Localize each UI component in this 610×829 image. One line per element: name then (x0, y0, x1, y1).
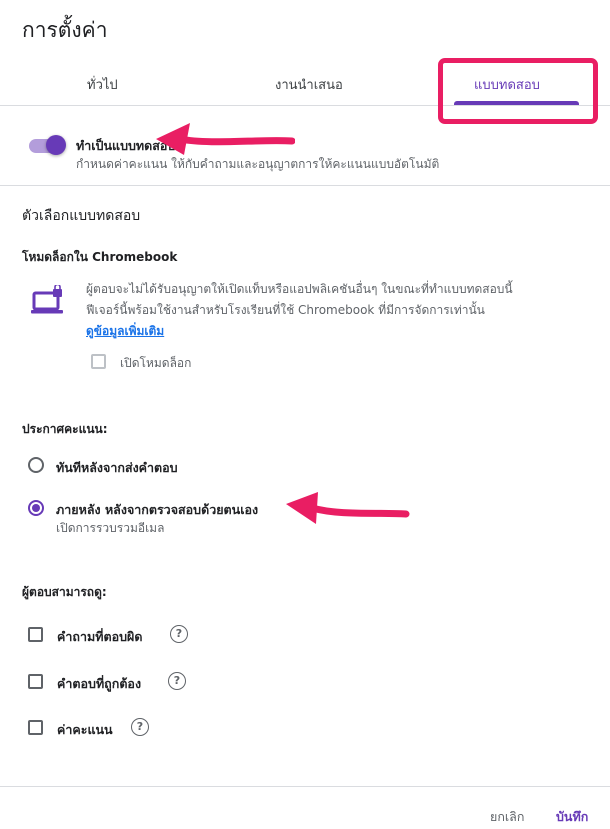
annotation-arrow-icon (156, 123, 295, 155)
help-icon[interactable]: ? (131, 718, 149, 736)
radio-selected-dot (32, 504, 40, 512)
release-later-sublabel: เปิดการรวบรวมอีเมล (56, 521, 165, 535)
release-immediately-label: ทันทีหลังจากส่งคำตอบ (56, 460, 178, 475)
point-values-checkbox[interactable] (28, 720, 43, 735)
lock-mode-description-2: ฟีเจอร์นี้พร้อมใช้งานสำหรับโรงเรียนที่ใช… (86, 303, 485, 317)
annotation-highlight-box (438, 58, 598, 124)
missed-questions-checkbox[interactable] (28, 627, 43, 642)
save-button[interactable]: บันทึก (556, 807, 588, 827)
release-grade-heading: ประกาศคะแนน: (22, 422, 108, 436)
learn-more-link[interactable]: ดูข้อมูลเพิ่มเติม (86, 322, 164, 341)
annotation-arrow-icon (286, 492, 410, 524)
help-icon[interactable]: ? (170, 625, 188, 643)
help-icon[interactable]: ? (168, 672, 186, 690)
missed-questions-label: คำถามที่ตอบผิด (57, 629, 143, 644)
release-later-label: ภายหลัง หลังจากตรวจสอบด้วยตนเอง (56, 502, 259, 517)
respondent-can-see-heading: ผู้ตอบสามารถดู: (22, 585, 107, 599)
lock-mode-description-1: ผู้ตอบจะไม่ได้รับอนุญาตให้เปิดแท็บหรือแอ… (86, 282, 513, 296)
laptop-lock-icon (31, 285, 63, 314)
tab-presentation[interactable]: งานนำเสนอ (275, 74, 343, 95)
section-divider (0, 185, 610, 186)
point-values-label: ค่าคะแนน (57, 722, 113, 737)
release-later-radio[interactable] (28, 500, 44, 516)
dialog-title: การตั้งค่า (22, 18, 108, 42)
lock-mode-checkbox-label: เปิดโหมดล็อก (120, 356, 192, 370)
footer-divider (0, 786, 610, 787)
tab-general[interactable]: ทั่วไป (87, 74, 118, 95)
cancel-button[interactable]: ยกเลิก (490, 807, 524, 827)
correct-answers-checkbox[interactable] (28, 674, 43, 689)
lock-mode-checkbox[interactable] (91, 354, 106, 369)
lock-mode-heading: โหมดล็อกใน Chromebook (22, 250, 178, 264)
correct-answers-label: คำตอบที่ถูกต้อง (57, 676, 142, 691)
release-immediately-radio[interactable] (28, 457, 44, 473)
quiz-options-heading: ตัวเลือกแบบทดสอบ (22, 208, 141, 224)
quiz-toggle-knob[interactable] (46, 135, 66, 155)
